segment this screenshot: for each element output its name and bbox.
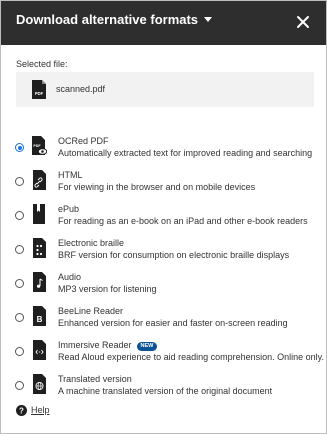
help-label[interactable]: Help — [31, 405, 50, 415]
download-formats-dialog: Download alternative formats Selected fi… — [0, 0, 327, 434]
radio-epub[interactable] — [15, 211, 24, 220]
epub-book-icon — [33, 204, 45, 224]
format-option-beeline-reader[interactable]: B BeeLine Reader Enhanced version for ea… — [1, 306, 326, 342]
option-title-translated-version: Translated version — [58, 374, 132, 384]
selected-file-label: Selected file: — [16, 59, 68, 69]
dialog-header: Download alternative formats — [1, 1, 326, 45]
immersive-reader-icon — [33, 340, 46, 360]
option-title-immersive-reader-text: Immersive Reader — [58, 340, 132, 350]
dialog-title: Download alternative formats — [16, 12, 199, 27]
radio-ocred-pdf[interactable] — [15, 143, 24, 152]
format-option-audio[interactable]: Audio MP3 version for listening — [1, 272, 326, 308]
option-desc-ocred-pdf: Automatically extracted text for improve… — [58, 148, 313, 158]
radio-electronic-braille[interactable] — [15, 245, 24, 254]
format-option-translated-version[interactable]: Translated version A machine translated … — [1, 374, 326, 410]
option-desc-electronic-braille: BRF version for consumption on electroni… — [58, 250, 290, 260]
dialog-title-dropdown[interactable]: Download alternative formats — [16, 12, 213, 27]
selected-file-name: scanned.pdf — [56, 84, 106, 94]
option-title-audio: Audio — [58, 272, 82, 282]
close-icon — [297, 16, 309, 28]
svg-text:B: B — [37, 315, 43, 324]
option-desc-translated-version: A machine translated version of the orig… — [58, 386, 273, 396]
option-desc-epub: For reading as an e-book on an iPad and … — [58, 216, 308, 226]
option-title-beeline-reader: BeeLine Reader — [58, 306, 124, 316]
option-title-epub: ePub — [58, 204, 80, 214]
option-title-immersive-reader: Immersive Reader NEW — [58, 340, 158, 351]
option-desc-immersive-reader: Read Aloud experience to aid reading com… — [58, 352, 325, 362]
option-desc-audio: MP3 version for listening — [58, 284, 157, 294]
radio-translated-version[interactable] — [15, 381, 24, 390]
option-title-html: HTML — [58, 170, 83, 180]
braille-file-icon — [33, 238, 46, 258]
radio-immersive-reader[interactable] — [15, 347, 24, 356]
svg-text:PDF: PDF — [33, 144, 41, 148]
svg-text:PDF: PDF — [35, 91, 44, 96]
format-option-ocred-pdf[interactable]: PDF OCRed PDF Automatically extracted te… — [1, 136, 326, 172]
radio-beeline-reader[interactable] — [15, 313, 24, 322]
beeline-file-icon: B — [33, 306, 46, 326]
format-option-epub[interactable]: ePub For reading as an e-book on an iPad… — [1, 204, 326, 240]
svg-text:?: ? — [19, 406, 24, 415]
format-option-immersive-reader[interactable]: Immersive Reader NEW Read Aloud experienc… — [1, 340, 326, 376]
option-title-ocred-pdf: OCRed PDF — [58, 136, 109, 146]
radio-audio[interactable] — [15, 279, 24, 288]
audio-file-icon — [33, 272, 46, 292]
help-circle-icon: ? — [16, 405, 27, 416]
radio-html[interactable] — [15, 177, 24, 186]
new-badge: NEW — [136, 342, 158, 351]
close-button[interactable] — [295, 13, 311, 31]
format-option-electronic-braille[interactable]: Electronic braille BRF version for consu… — [1, 238, 326, 274]
caret-down-icon — [204, 17, 213, 22]
option-desc-html: For viewing in the browser and on mobile… — [58, 182, 256, 192]
globe-file-icon — [33, 374, 46, 394]
ocr-pdf-icon: PDF — [32, 136, 47, 155]
option-desc-beeline-reader: Enhanced version for easier and faster o… — [58, 318, 288, 328]
selected-file-box: PDF scanned.pdf — [16, 72, 314, 107]
format-option-html[interactable]: HTML For viewing in the browser and on m… — [1, 170, 326, 206]
html-file-icon — [33, 170, 46, 190]
pdf-file-icon: PDF — [32, 80, 46, 99]
option-title-electronic-braille: Electronic braille — [58, 238, 125, 248]
